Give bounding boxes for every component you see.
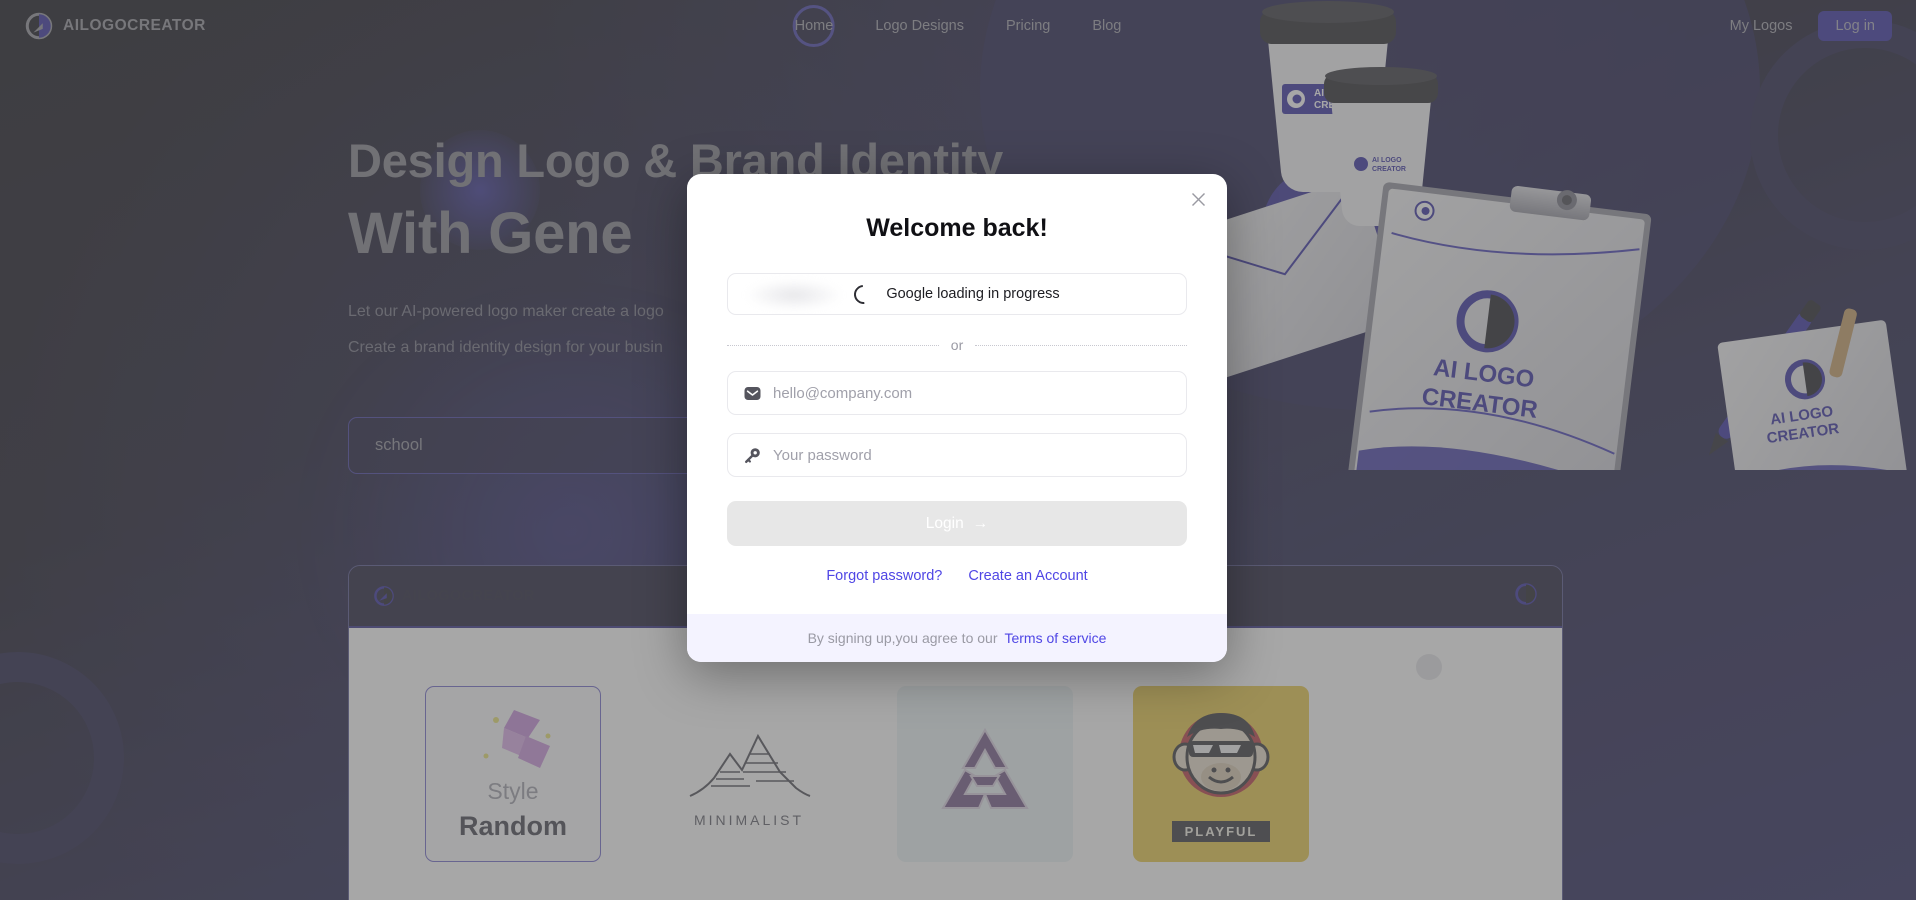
modal-links: Forgot password? Create an Account xyxy=(727,568,1187,584)
envelope-icon xyxy=(744,385,761,402)
terms-text: By signing up,you agree to our xyxy=(807,630,998,646)
arrow-right-icon: → xyxy=(972,514,989,532)
google-loading-skeleton xyxy=(746,280,842,310)
create-account-link[interactable]: Create an Account xyxy=(968,568,1087,584)
divider-rule-left xyxy=(727,344,939,346)
app-root: AI LOGO CREATOR AI LOGO CREATOR xyxy=(0,0,1916,900)
email-field[interactable] xyxy=(727,371,1187,415)
loading-spinner-icon xyxy=(850,280,878,308)
or-divider: or xyxy=(727,337,1188,353)
password-field[interactable] xyxy=(727,433,1187,477)
forgot-password-link[interactable]: Forgot password? xyxy=(826,568,942,584)
modal-footer: By signing up,you agree to our Terms of … xyxy=(687,614,1227,662)
email-input[interactable] xyxy=(773,384,1170,402)
login-submit-label: Login xyxy=(925,514,964,532)
google-signin-label: Google loading in progress xyxy=(886,286,1060,302)
modal-title: Welcome back! xyxy=(866,214,1048,242)
login-modal-body: Welcome back! Google loading in progress… xyxy=(687,174,1227,614)
close-icon[interactable] xyxy=(1187,188,1209,210)
google-signin-button[interactable]: Google loading in progress xyxy=(727,273,1187,315)
key-icon xyxy=(744,447,761,464)
password-input[interactable] xyxy=(773,446,1170,464)
divider-label: or xyxy=(950,337,964,353)
divider-rule-right xyxy=(975,344,1188,346)
login-modal: Welcome back! Google loading in progress… xyxy=(687,174,1227,662)
terms-of-service-link[interactable]: Terms of service xyxy=(1004,630,1106,646)
login-submit-button[interactable]: Login → xyxy=(727,501,1187,546)
